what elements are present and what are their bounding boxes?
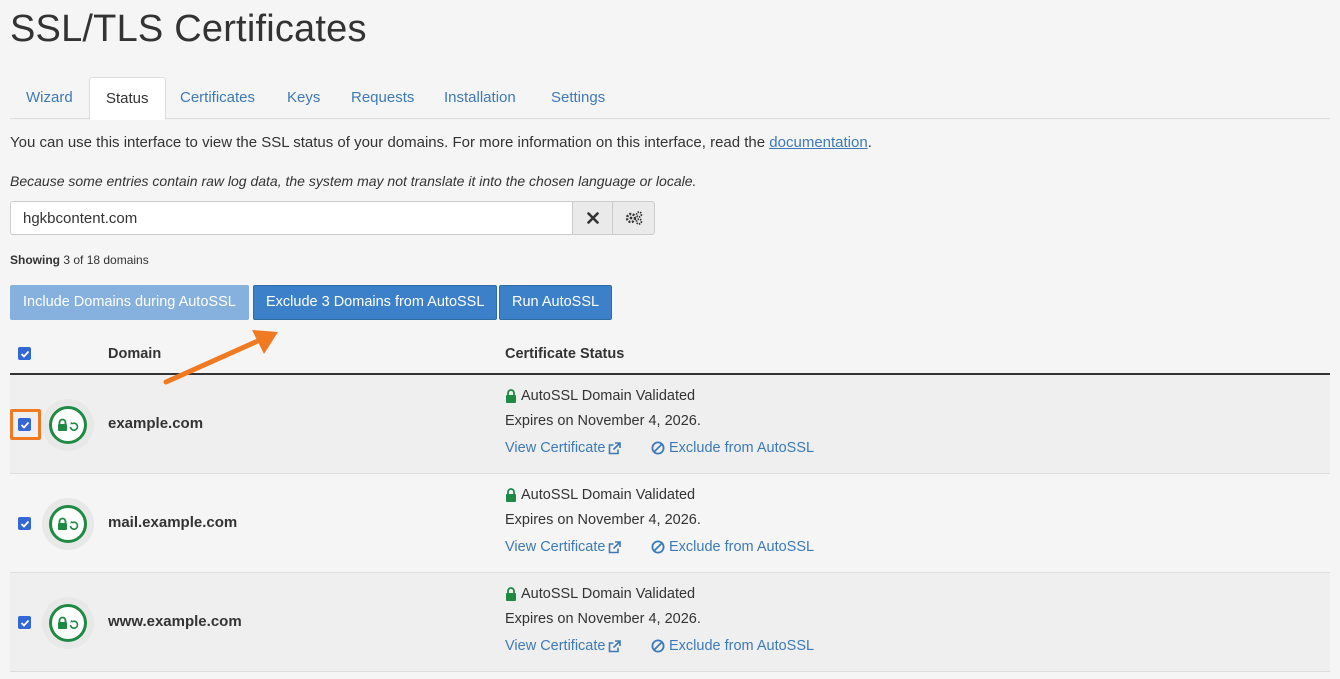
intro-text: You can use this interface to view the S… [10,134,872,151]
tab-wizard[interactable]: Wizard [10,77,89,119]
exclude-from-autossl-link[interactable]: Exclude from AutoSSL [651,440,814,456]
ban-icon [651,639,665,653]
ban-icon [651,441,665,455]
cert-expiry: Expires on November 4, 2026. [505,413,701,429]
lock-refresh-icon [49,505,87,543]
search-options-button[interactable] [613,201,655,235]
page-title: SSL/TLS Certificates [10,8,367,50]
tab-installation[interactable]: Installation [428,77,532,119]
cert-expiry: Expires on November 4, 2026. [505,512,701,528]
tab-certificates[interactable]: Certificates [164,77,271,119]
lock-icon [506,389,516,403]
clear-search-button[interactable] [573,201,614,235]
lock-refresh-icon [49,604,87,642]
search-input[interactable] [10,201,574,235]
exclude-from-autossl-link[interactable]: Exclude from AutoSSL [651,638,814,654]
annotation-highlight-box [10,409,41,440]
autossl-status-badge [42,399,94,451]
checkmark-icon [20,350,29,358]
domain-name: mail.example.com [108,514,238,531]
exclude-from-autossl-link[interactable]: Exclude from AutoSSL [651,539,814,555]
row-checkbox[interactable] [18,517,31,530]
search-bar [10,201,655,235]
lock-icon [506,587,516,601]
cert-expiry: Expires on November 4, 2026. [505,611,701,627]
tab-bar: Wizard Status Certificates Keys Requests… [10,77,1330,120]
exclude-domains-button[interactable]: Exclude 3 Domains from AutoSSL [253,285,498,320]
tab-status[interactable]: Status [89,77,166,120]
view-certificate-link[interactable]: View Certificate [505,638,622,654]
checkmark-icon [20,520,29,528]
tab-settings[interactable]: Settings [535,77,621,119]
domain-name: example.com [108,415,204,432]
table-row: mail.example.com AutoSSL Domain Validate… [10,474,1330,573]
cert-status: AutoSSL Domain Validated [505,586,695,602]
row-checkbox[interactable] [18,616,31,629]
cert-status: AutoSSL Domain Validated [505,388,695,404]
select-all-checkbox[interactable] [18,347,31,360]
close-icon [586,212,599,224]
tab-keys[interactable]: Keys [271,77,336,119]
autossl-status-badge [42,597,94,649]
view-certificate-link[interactable]: View Certificate [505,440,622,456]
checkmark-icon [20,619,29,627]
autossl-status-badge [42,498,94,550]
include-domains-button[interactable]: Include Domains during AutoSSL [10,285,249,320]
tab-requests[interactable]: Requests [335,77,430,119]
view-certificate-link[interactable]: View Certificate [505,539,622,555]
lock-icon [506,488,516,502]
domain-name: www.example.com [108,613,242,630]
external-link-icon [609,639,622,652]
showing-count: Showing 3 of 18 domains [10,253,149,267]
external-link-icon [609,441,622,454]
annotation-arrow-icon [163,330,278,385]
table-row: www.example.com AutoSSL Domain Validated… [10,573,1330,672]
run-autossl-button[interactable]: Run AutoSSL [499,285,613,320]
status-column-header[interactable]: Certificate Status [505,346,624,362]
domain-column-header[interactable]: Domain [108,346,161,362]
gears-icon [625,211,642,225]
documentation-link[interactable]: documentation [769,134,867,151]
lock-refresh-icon [49,406,87,444]
cert-status: AutoSSL Domain Validated [505,487,695,503]
locale-note: Because some entries contain raw log dat… [10,173,697,189]
external-link-icon [609,540,622,553]
ban-icon [651,540,665,554]
table-row: example.com AutoSSL Domain Validated Exp… [10,375,1330,474]
